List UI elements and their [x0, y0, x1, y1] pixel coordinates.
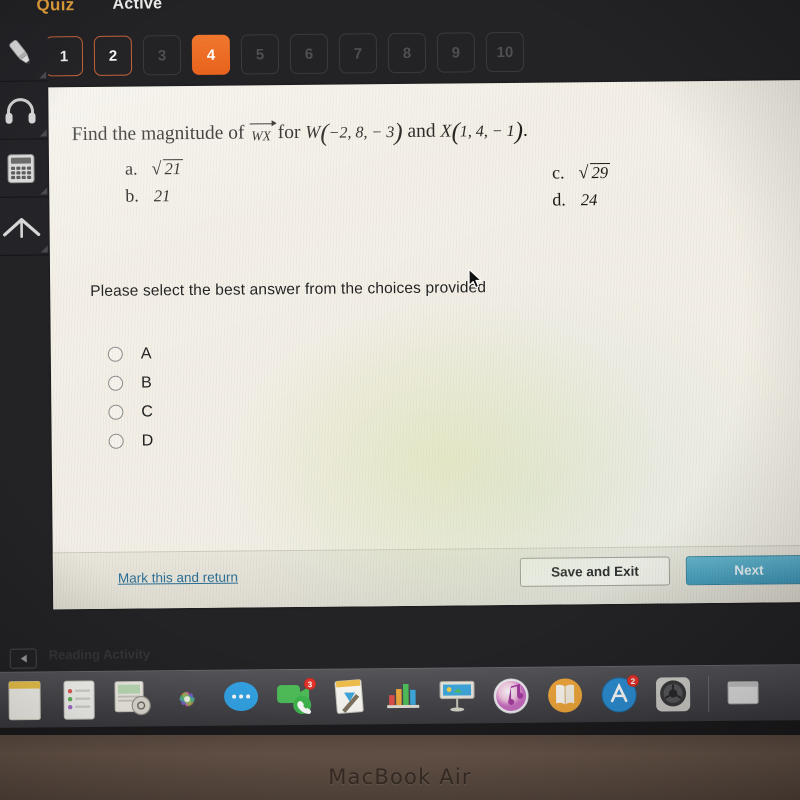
quiz-title: Quiz	[36, 0, 75, 15]
point-w-label: W	[305, 121, 321, 142]
mouse-cursor	[468, 268, 483, 295]
quiz-header: Quiz Active	[36, 0, 162, 17]
question-nav-item-6[interactable]: 6	[289, 33, 329, 75]
dock-separator	[707, 675, 710, 712]
choice-a: a. 21	[125, 158, 181, 180]
protractor-tool[interactable]	[0, 197, 50, 256]
answer-options: A B C D	[107, 339, 154, 455]
question-conjunction: and	[407, 120, 436, 142]
quiz-card: Find the magnitude of WX for W(−2, 8, − …	[48, 80, 800, 610]
reminders-icon[interactable]	[111, 677, 155, 721]
itunes-icon[interactable]	[489, 673, 533, 717]
contacts-icon[interactable]	[57, 677, 101, 721]
quiz-footer: Mark this and return Save and Exit Next	[52, 545, 800, 610]
messages-icon[interactable]	[219, 676, 263, 720]
question-nav-item-9[interactable]: 9	[436, 32, 476, 73]
choice-c: c. 29	[552, 162, 608, 184]
radio-button-d[interactable]	[108, 433, 124, 449]
left-arrow-icon	[20, 654, 27, 663]
question-nav-item-2[interactable]: 2	[93, 35, 133, 76]
facetime-icon[interactable]: 3	[273, 675, 317, 719]
answer-option-c-label: C	[141, 402, 154, 420]
device-model-label: MacBook Air	[328, 765, 472, 789]
question-mid: for	[277, 121, 301, 144]
save-and-exit-button[interactable]: Save and Exit	[519, 556, 671, 587]
choice-d: d. 24	[552, 189, 597, 210]
choice-d-value: 24	[580, 190, 598, 210]
answer-option-a[interactable]: A	[107, 339, 153, 368]
choice-c-letter: c.	[551, 162, 565, 183]
pages-icon[interactable]	[327, 675, 371, 719]
answer-option-b[interactable]: B	[108, 368, 153, 397]
answer-prompt: Please select the best answer from the c…	[90, 279, 487, 300]
keynote-icon[interactable]	[435, 674, 479, 718]
next-button[interactable]: Next	[685, 555, 800, 586]
laptop-photo: Quiz Active 1 2 3 4 5 6 7 8 9 10 Reading…	[0, 0, 800, 800]
choice-b-letter: b.	[125, 185, 139, 206]
mark-this-and-return-link[interactable]: Mark this and return	[118, 570, 238, 586]
question-nav-item-8[interactable]: 8	[387, 32, 427, 74]
vector-wx: WX	[249, 128, 273, 145]
question-nav-item-3[interactable]: 3	[142, 35, 182, 76]
system-preferences-icon[interactable]	[651, 672, 695, 716]
bottom-strip-label: Reading Activity	[48, 646, 151, 663]
tool-rail	[0, 23, 50, 256]
question-nav[interactable]: 1 2 3 4 5 6 7 8 9 10	[44, 31, 525, 77]
photos-icon[interactable]	[165, 676, 209, 720]
choice-b: b. 21	[125, 185, 170, 206]
question-nav-item-7[interactable]: 7	[338, 33, 378, 74]
choice-a-letter: a.	[124, 158, 138, 179]
question-nav-item-4[interactable]: 4	[191, 34, 231, 75]
calculator-icon	[5, 152, 35, 184]
question-nav-item-10[interactable]: 10	[485, 31, 525, 73]
question-text: Find the magnitude of WX for W(−2, 8, − …	[71, 117, 528, 147]
highlighter-tool[interactable]	[0, 23, 49, 82]
choice-a-value: 21	[152, 159, 181, 179]
radio-button-c[interactable]	[108, 404, 124, 420]
point-w-coords: −2, 8, − 3	[328, 124, 395, 142]
calculator-tool[interactable]	[0, 139, 50, 198]
answer-option-d[interactable]: D	[108, 426, 154, 455]
point-x-label: X	[440, 120, 452, 141]
finder-window-icon[interactable]	[722, 671, 766, 715]
app-store-icon[interactable]: 2	[597, 672, 641, 716]
protractor-icon	[1, 211, 41, 241]
point-x-coords: 1, 4, − 1	[459, 122, 515, 141]
radio-button-a[interactable]	[107, 346, 123, 362]
radio-button-b[interactable]	[108, 375, 124, 391]
laptop-screen: Quiz Active 1 2 3 4 5 6 7 8 9 10 Reading…	[0, 0, 800, 742]
quiz-status: Active	[112, 0, 163, 13]
choice-d-letter: d.	[552, 189, 566, 210]
answer-option-d-label: D	[141, 431, 154, 449]
question-nav-item-5[interactable]: 5	[240, 34, 280, 75]
notes-icon[interactable]	[3, 678, 47, 722]
answer-option-a-label: A	[140, 344, 152, 363]
ibooks-icon[interactable]	[543, 673, 587, 717]
question-nav-item-1[interactable]: 1	[44, 36, 84, 77]
answer-option-b-label: B	[141, 373, 152, 391]
choice-c-value: 29	[580, 163, 609, 183]
app-store-badge-count: 2	[631, 676, 636, 685]
headphones-icon	[3, 94, 37, 126]
question-period: .	[522, 119, 528, 141]
numbers-icon[interactable]	[381, 674, 425, 718]
macos-dock[interactable]: 3 2	[0, 664, 800, 728]
audio-tool[interactable]	[0, 81, 49, 140]
highlighter-icon	[2, 35, 36, 69]
choice-b-value: 21	[153, 186, 171, 206]
back-arrow-button[interactable]	[9, 648, 37, 669]
question-lead: Find the magnitude of	[71, 122, 245, 146]
answer-option-c[interactable]: C	[108, 397, 153, 426]
quiz-app-chrome: Quiz Active 1 2 3 4 5 6 7 8 9 10 Reading…	[0, 0, 800, 728]
facetime-badge-count: 3	[308, 680, 313, 689]
